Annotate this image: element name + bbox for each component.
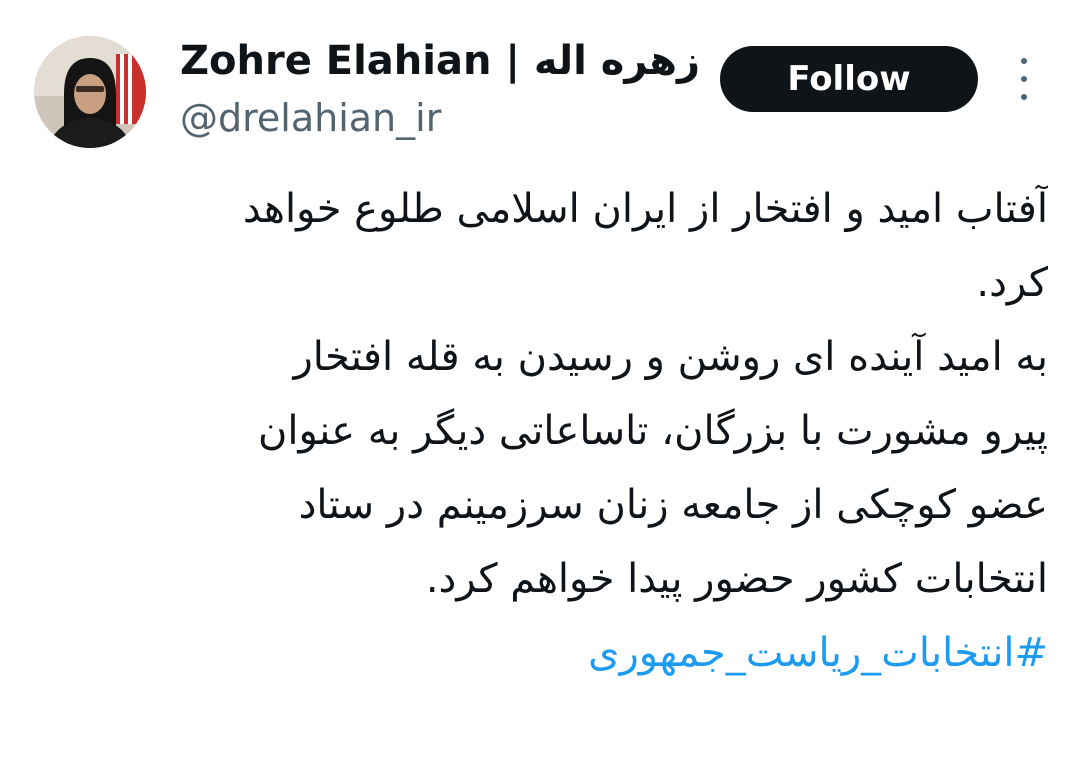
tweet-header: Zohre Elahian | زهره اله... @drelahian_i…	[0, 0, 1080, 160]
author-display-name[interactable]: Zohre Elahian | زهره اله...	[180, 34, 700, 88]
tweet-text: آفتاب امید و افتخار از ایران اسلامی طلوع…	[30, 172, 1048, 690]
author-handle[interactable]: @drelahian_ir	[180, 92, 700, 144]
follow-button[interactable]: Follow	[720, 46, 978, 112]
more-dot	[1021, 76, 1027, 82]
tweet-line: کرد.	[976, 260, 1048, 306]
more-options-icon[interactable]	[1006, 58, 1042, 100]
author-avatar[interactable]	[34, 36, 146, 148]
profile-photo-icon	[34, 36, 146, 148]
hashtag-link[interactable]: #انتخابات_ریاست_جمهوری	[30, 616, 1048, 690]
tweet-line: به امید آینده ای روشن و رسیدن به قله افت…	[293, 334, 1048, 380]
author-info: Zohre Elahian | زهره اله... @drelahian_i…	[180, 34, 700, 144]
tweet-line: انتخابات کشور حضور پیدا خواهم کرد.	[425, 556, 1048, 602]
more-dot	[1021, 58, 1027, 64]
tweet-line: عضو کوچکی از جامعه زنان سرزمینم در ستاد	[298, 482, 1048, 528]
more-dot	[1021, 94, 1027, 100]
tweet-line: پیرو مشورت با بزرگان، تاساعاتی دیگر به ع…	[257, 408, 1048, 454]
tweet-line: آفتاب امید و افتخار از ایران اسلامی طلوع…	[242, 186, 1048, 232]
